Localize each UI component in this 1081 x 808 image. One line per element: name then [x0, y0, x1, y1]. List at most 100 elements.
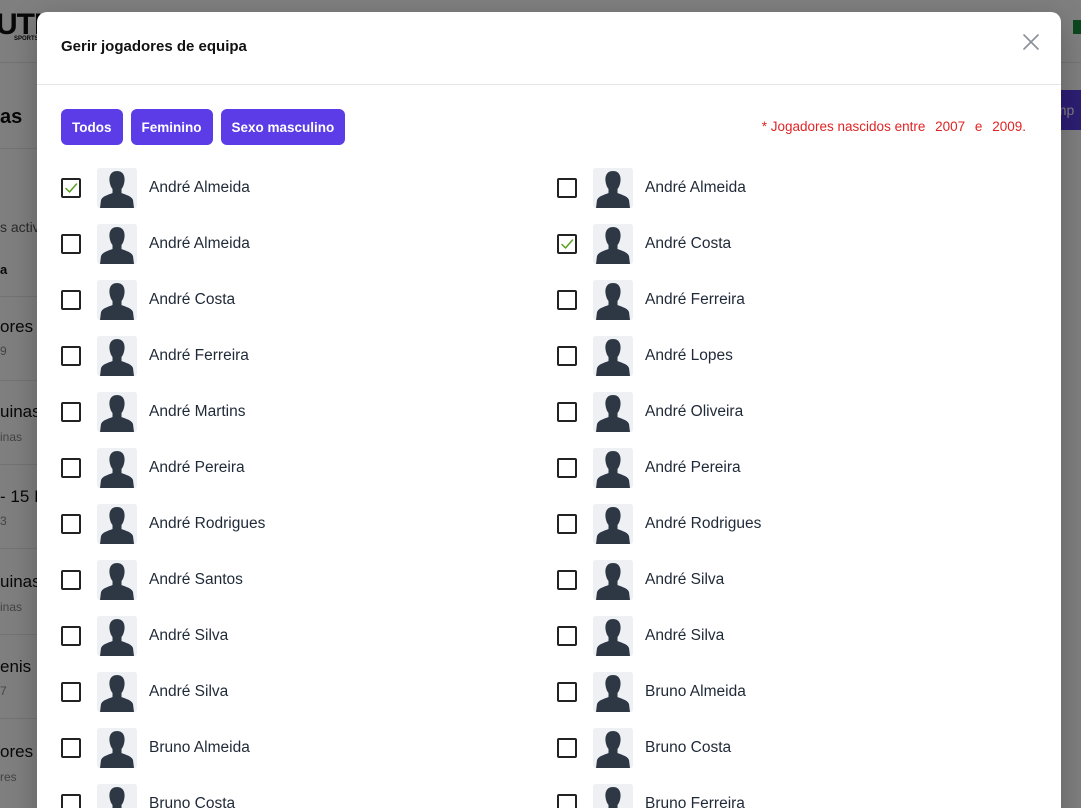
player-row[interactable]: Bruno Ferreira [557, 776, 1053, 808]
avatar [593, 784, 633, 808]
player-row[interactable]: André Costa [557, 216, 1053, 272]
player-name: André Pereira [149, 459, 245, 476]
player-checkbox[interactable] [557, 570, 577, 590]
player-name: André Silva [149, 683, 229, 700]
avatar [97, 280, 137, 320]
avatar [97, 336, 137, 376]
player-row[interactable]: Bruno Almeida [557, 664, 1053, 720]
player-checkbox[interactable] [557, 234, 577, 254]
player-name: André Lopes [645, 347, 733, 364]
player-row[interactable]: André Ferreira [61, 328, 557, 384]
player-row[interactable]: Bruno Costa [557, 720, 1053, 776]
player-row[interactable]: André Silva [557, 552, 1053, 608]
player-row[interactable]: André Almeida [61, 216, 557, 272]
player-checkbox[interactable] [61, 682, 81, 702]
player-row[interactable]: Bruno Almeida [61, 720, 557, 776]
player-name: André Almeida [149, 179, 250, 196]
player-row[interactable]: André Santos [61, 552, 557, 608]
player-name: André Rodrigues [645, 515, 762, 532]
modal-title: Gerir jogadores de equipa [61, 38, 247, 55]
player-checkbox[interactable] [557, 514, 577, 534]
avatar [593, 560, 633, 600]
player-name: André Costa [149, 291, 236, 308]
avatar [593, 336, 633, 376]
player-checkbox[interactable] [61, 234, 81, 254]
player-checkbox[interactable] [557, 682, 577, 702]
player-name: André Oliveira [645, 403, 744, 420]
avatar [593, 504, 633, 544]
player-checkbox[interactable] [61, 794, 81, 808]
avatar [593, 672, 633, 712]
modal-header: Gerir jogadores de equipa [37, 12, 1061, 85]
checkmark-icon [561, 239, 574, 249]
player-checkbox[interactable] [557, 738, 577, 758]
player-checkbox[interactable] [557, 626, 577, 646]
player-checkbox[interactable] [61, 458, 81, 478]
player-name: André Ferreira [645, 291, 745, 308]
avatar [97, 224, 137, 264]
player-checkbox[interactable] [61, 178, 81, 198]
birth-note-connector: e [974, 119, 983, 134]
player-row[interactable]: André Ferreira [557, 272, 1053, 328]
player-row[interactable]: André Silva [61, 608, 557, 664]
avatar [97, 504, 137, 544]
player-row[interactable]: André Pereira [557, 440, 1053, 496]
player-checkbox[interactable] [61, 514, 81, 534]
player-row[interactable]: André Almeida [61, 160, 557, 216]
player-row[interactable]: André Oliveira [557, 384, 1053, 440]
player-name: André Silva [645, 571, 725, 588]
player-checkbox[interactable] [61, 570, 81, 590]
avatar [593, 616, 633, 656]
player-name: Bruno Costa [645, 739, 732, 756]
player-row[interactable]: André Lopes [557, 328, 1053, 384]
player-name: André Silva [645, 627, 725, 644]
player-checkbox[interactable] [61, 626, 81, 646]
player-row[interactable]: André Silva [61, 664, 557, 720]
birth-year-to: 2009. [992, 119, 1026, 134]
player-row[interactable]: André Silva [557, 608, 1053, 664]
avatar [97, 616, 137, 656]
player-checkbox[interactable] [61, 402, 81, 422]
player-name: Bruno Costa [149, 795, 236, 808]
player-name: André Rodrigues [149, 515, 266, 532]
player-name: André Silva [149, 627, 229, 644]
player-row[interactable]: André Almeida [557, 160, 1053, 216]
player-name: André Pereira [645, 459, 741, 476]
close-icon[interactable] [1019, 30, 1043, 54]
player-row[interactable]: André Rodrigues [61, 496, 557, 552]
player-checkbox[interactable] [557, 402, 577, 422]
player-row[interactable]: André Rodrigues [557, 496, 1053, 552]
player-name: André Almeida [645, 179, 746, 196]
player-checkbox[interactable] [557, 290, 577, 310]
player-list: André Almeida André Almeida André Almeida A… [61, 160, 1053, 808]
player-row[interactable]: André Costa [61, 272, 557, 328]
birth-year-note: * Jogadores nascidos entre 2007 e 2009. [759, 119, 1029, 134]
player-checkbox[interactable] [61, 738, 81, 758]
filter-female-button[interactable]: Feminino [130, 109, 213, 145]
avatar [97, 784, 137, 808]
avatar [593, 728, 633, 768]
player-checkbox[interactable] [557, 458, 577, 478]
player-row[interactable]: André Pereira [61, 440, 557, 496]
player-name: André Almeida [149, 235, 250, 252]
avatar [593, 224, 633, 264]
player-checkbox[interactable] [557, 346, 577, 366]
avatar [97, 448, 137, 488]
filter-all-button[interactable]: Todos [61, 109, 123, 145]
avatar [97, 728, 137, 768]
avatar [593, 448, 633, 488]
player-name: Bruno Ferreira [645, 795, 745, 808]
birth-year-from: 2007 [935, 119, 966, 134]
avatar [593, 168, 633, 208]
player-checkbox[interactable] [557, 178, 577, 198]
filter-male-button[interactable]: Sexo masculino [220, 109, 346, 145]
player-checkbox[interactable] [61, 290, 81, 310]
player-row[interactable]: André Martins [61, 384, 557, 440]
birth-note-prefix: * Jogadores nascidos entre [761, 119, 926, 134]
player-row[interactable]: Bruno Costa [61, 776, 557, 808]
checkmark-icon [65, 183, 78, 193]
avatar [593, 280, 633, 320]
player-checkbox[interactable] [61, 346, 81, 366]
player-name: André Costa [645, 235, 732, 252]
player-checkbox[interactable] [557, 794, 577, 808]
